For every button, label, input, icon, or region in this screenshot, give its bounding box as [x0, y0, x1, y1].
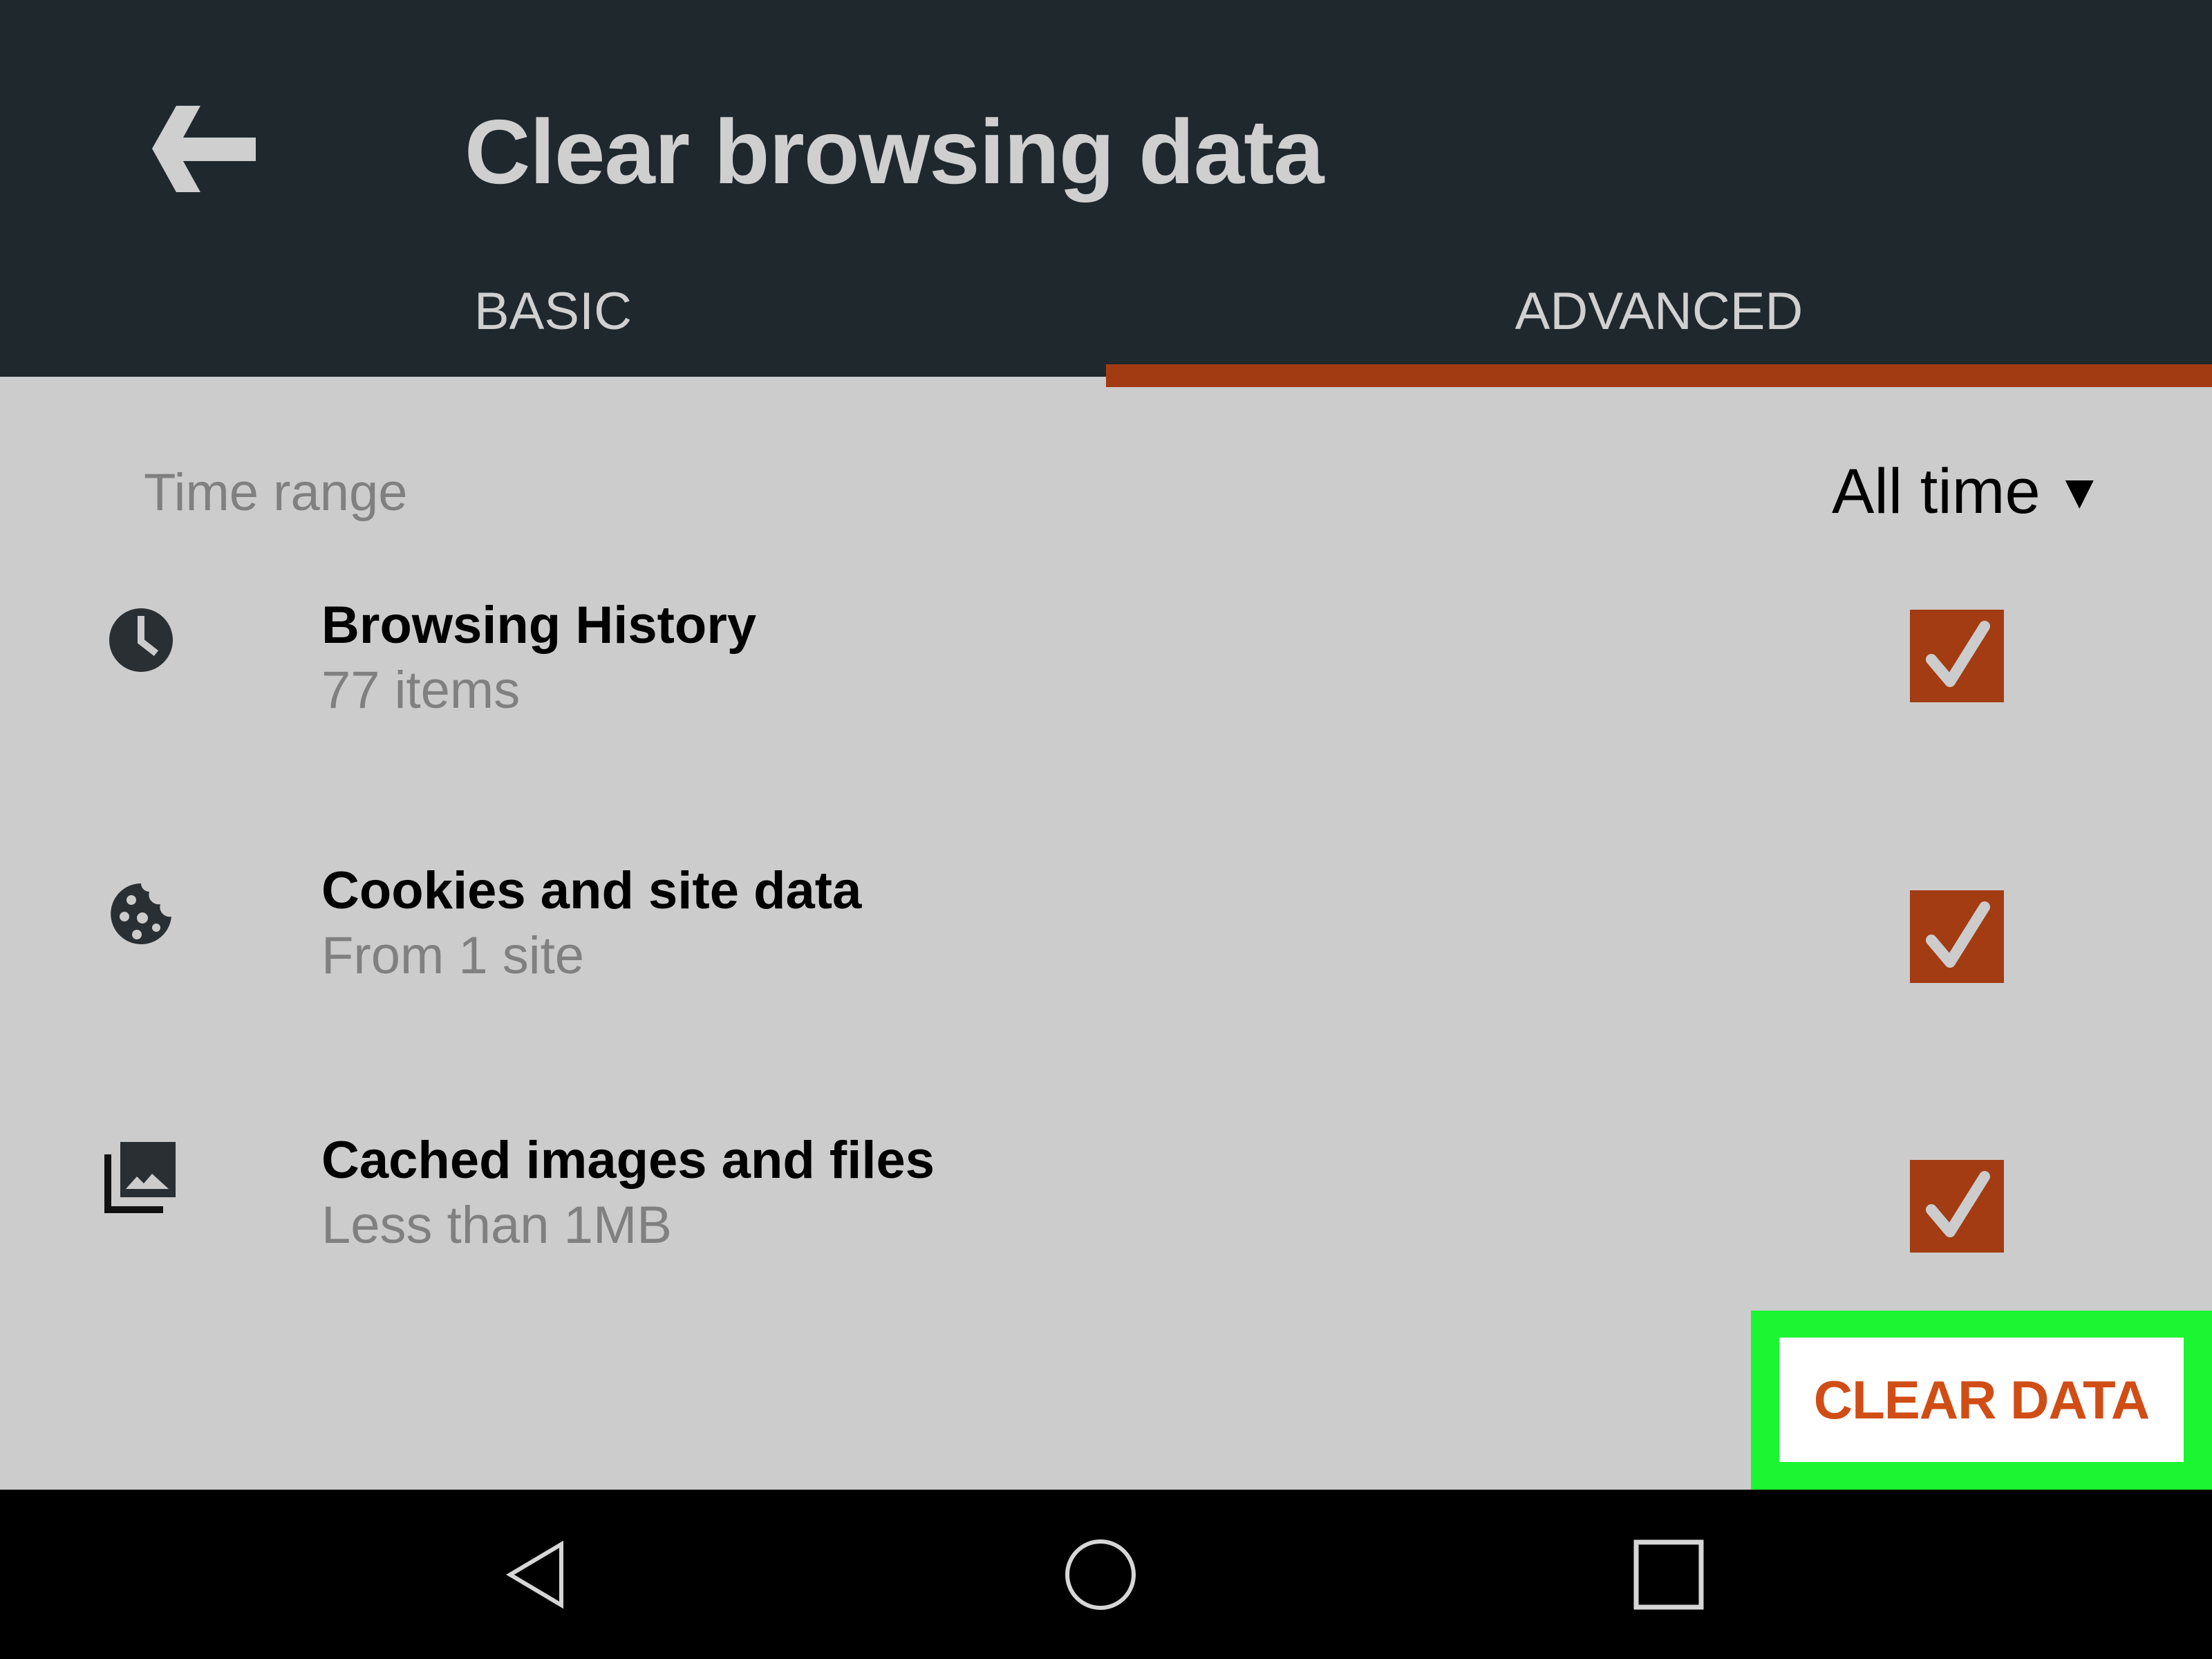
checkmark-icon — [1926, 621, 1990, 687]
item-subtitle: 77 items — [321, 661, 521, 720]
tab-advanced-label: ADVANCED — [1515, 281, 1803, 341]
app-header: Clear browsing data BASIC ADVANCED — [0, 0, 2212, 387]
cached-images-checkbox[interactable] — [1910, 1160, 2004, 1253]
cookie-icon — [102, 875, 180, 953]
browsing-history-checkbox[interactable] — [1910, 610, 2004, 702]
item-title: Cookies and site data — [321, 861, 862, 920]
clock-icon — [102, 601, 180, 679]
nav-back-button[interactable] — [453, 1490, 619, 1659]
tab-basic[interactable]: BASIC — [0, 276, 1106, 346]
nav-home-button[interactable] — [1018, 1490, 1183, 1659]
item-title: Browsing History — [321, 596, 757, 655]
clear-data-highlight: CLEAR DATA — [1751, 1311, 2212, 1490]
item-subtitle: From 1 site — [321, 926, 585, 985]
back-button[interactable] — [138, 90, 270, 207]
item-subtitle: Less than 1MB — [321, 1196, 672, 1255]
caret-down-icon: ▼ — [2055, 465, 2103, 518]
list-item-cookies[interactable]: Cookies and site data From 1 site — [0, 860, 2212, 1026]
nav-recents-icon — [1633, 1539, 1704, 1609]
page-title: Clear browsing data — [465, 101, 1324, 203]
tab-advanced[interactable]: ADVANCED — [1106, 276, 2212, 346]
system-navigation-bar — [0, 1490, 2212, 1659]
active-tab-indicator — [1106, 364, 2212, 387]
image-stack-icon — [102, 1138, 180, 1215]
time-range-label: Time range — [144, 463, 408, 522]
arrow-left-icon — [152, 105, 256, 192]
checkmark-icon — [1926, 901, 1990, 968]
list-item-cached-images[interactable]: Cached images and files Less than 1MB — [0, 1130, 2212, 1295]
list-item-browsing-history[interactable]: Browsing History 77 items — [0, 594, 2212, 760]
nav-recents-button[interactable] — [1586, 1490, 1752, 1659]
nav-back-icon — [506, 1540, 563, 1609]
clear-data-button[interactable]: CLEAR DATA — [1779, 1338, 2184, 1462]
time-range-value: All time — [1832, 456, 2041, 527]
item-title: Cached images and files — [321, 1131, 935, 1190]
checkmark-icon — [1926, 1171, 1990, 1237]
tab-basic-label: BASIC — [474, 281, 632, 341]
nav-home-icon — [1065, 1539, 1136, 1610]
cookies-checkbox[interactable] — [1910, 890, 2004, 983]
time-range-dropdown[interactable]: All time ▼ — [1832, 453, 2103, 529]
